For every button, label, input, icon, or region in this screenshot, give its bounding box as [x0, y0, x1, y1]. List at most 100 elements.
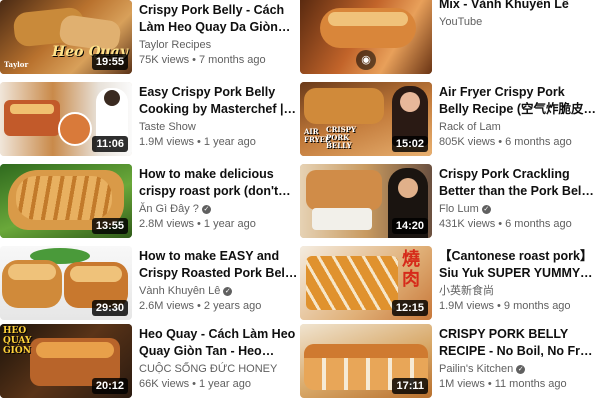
- channel-name[interactable]: Ăn Gì Đây ? ✓: [139, 202, 298, 217]
- thumbnail-caption-2: CRISPY PORK BELLY: [326, 125, 356, 150]
- verified-badge-icon: ✓: [201, 204, 211, 214]
- video-title[interactable]: Crispy Pork Crackling Better than the Po…: [439, 166, 597, 200]
- video-item[interactable]: 13:55 How to make delicious crispy roast…: [0, 164, 300, 240]
- upload-age: 2 years ago: [203, 300, 262, 312]
- video-thumbnail[interactable]: 13:55: [0, 164, 132, 238]
- upload-age: 7 months ago: [199, 54, 266, 66]
- video-info: Crispy Pork Belly - Cách Làm Heo Quay Da…: [139, 0, 298, 68]
- channel-name[interactable]: Taylor Recipes: [139, 38, 298, 53]
- video-meta: 75K views • 7 months ago: [139, 53, 298, 68]
- verified-badge-icon: ✓: [481, 204, 491, 214]
- view-count: 66K views: [139, 378, 190, 390]
- video-info: Crispy Pork Crackling Better than the Po…: [439, 164, 597, 232]
- meta-separator: •: [487, 378, 492, 390]
- channel-name-text[interactable]: Taste Show: [139, 121, 196, 133]
- view-count: 75K views: [139, 54, 190, 66]
- meta-separator: •: [192, 378, 196, 390]
- video-title[interactable]: Air Fryer Crispy Pork Belly Recipe (空气炸脆…: [439, 84, 597, 118]
- video-thumbnail[interactable]: 11:06: [0, 82, 132, 156]
- video-item[interactable]: 14:20 Crispy Pork Crackling Better than …: [300, 164, 599, 240]
- meta-separator: •: [498, 218, 503, 230]
- video-info: Mix - Vành Khuyên Lê YouTube: [439, 0, 597, 30]
- upload-age: 11 months ago: [494, 378, 567, 390]
- thumbnail-caption: HEO QUAY GIÒN: [3, 326, 32, 356]
- channel-name-text[interactable]: Rack of Lam: [439, 121, 501, 133]
- meta-separator: •: [197, 136, 201, 148]
- upload-age: 6 months ago: [505, 136, 572, 148]
- thumbnail-caption: AIR FRYER: [304, 127, 331, 144]
- verified-badge-icon: ✓: [223, 286, 233, 296]
- view-count: 2.8M views: [139, 218, 195, 230]
- channel-name-text[interactable]: Pailin's Kitchen: [439, 363, 513, 375]
- channel-name[interactable]: Pailin's Kitchen ✓: [439, 362, 597, 377]
- video-item[interactable]: 燒肉 12:15 【Cantonese roast pork】Siu Yuk S…: [300, 246, 599, 322]
- video-title[interactable]: How to make delicious crispy roast pork …: [139, 166, 298, 200]
- upload-age: 9 months ago: [503, 300, 571, 312]
- channel-name-text[interactable]: Vành Khuyên Lê: [139, 285, 220, 297]
- view-count: 1.9M views: [439, 300, 495, 312]
- video-item[interactable]: Heo Quay Taylor 19:55 Crispy Pork Belly …: [0, 0, 300, 76]
- video-info: Air Fryer Crispy Pork Belly Recipe (空气炸脆…: [439, 82, 597, 150]
- view-count: 431K views: [439, 218, 496, 230]
- video-info: How to make delicious crispy roast pork …: [139, 164, 298, 232]
- upload-age: 6 months ago: [505, 218, 572, 230]
- channel-name-text[interactable]: Flo Lum: [439, 203, 479, 215]
- video-item[interactable]: 29:30 How to make EASY and Crispy Roaste…: [0, 246, 300, 322]
- channel-name-text[interactable]: Ăn Gì Đây ?: [139, 203, 199, 215]
- channel-name-text[interactable]: 小英新食尚: [439, 285, 494, 297]
- video-meta: 1.9M views • 9 months ago: [439, 299, 597, 314]
- channel-name[interactable]: YouTube: [439, 15, 597, 30]
- mix-item[interactable]: ◉ Mix - Vành Khuyên Lê YouTube: [300, 0, 599, 76]
- channel-name[interactable]: Vành Khuyên Lê ✓: [139, 284, 298, 299]
- video-title[interactable]: Crispy Pork Belly - Cách Làm Heo Quay Da…: [139, 2, 298, 36]
- meta-separator: •: [192, 54, 196, 66]
- channel-name[interactable]: CUỘC SỐNG ĐỨC HONEY: [139, 362, 298, 377]
- channel-name[interactable]: 小英新食尚: [439, 284, 597, 299]
- video-duration: 20:12: [91, 378, 128, 394]
- channel-name-text[interactable]: Taylor Recipes: [139, 39, 211, 51]
- verified-badge-icon: ✓: [516, 364, 526, 374]
- meta-separator: •: [197, 218, 201, 230]
- video-item[interactable]: 17:11 CRISPY PORK BELLY RECIPE - No Boil…: [300, 324, 599, 400]
- video-thumbnail[interactable]: 17:11: [300, 324, 432, 398]
- video-item[interactable]: AIR FRYER CRISPY PORK BELLY 15:02 Air Fr…: [300, 82, 599, 158]
- view-count: 2.6M views: [139, 300, 195, 312]
- video-duration: 17:11: [392, 378, 428, 394]
- video-thumbnail[interactable]: HEO QUAY GIÒN 20:12: [0, 324, 132, 398]
- video-thumbnail[interactable]: Heo Quay Taylor 19:55: [0, 0, 132, 74]
- channel-name-text[interactable]: CUỘC SỐNG ĐỨC HONEY: [139, 363, 277, 375]
- video-thumbnail[interactable]: ◉: [300, 0, 432, 74]
- video-title[interactable]: Easy Crispy Pork Belly Cooking by Master…: [139, 84, 298, 118]
- mix-title[interactable]: Mix - Vành Khuyên Lê: [439, 0, 597, 13]
- channel-name[interactable]: Flo Lum ✓: [439, 202, 597, 217]
- video-info: Easy Crispy Pork Belly Cooking by Master…: [139, 82, 298, 150]
- live-radio-icon: ◉: [361, 54, 371, 66]
- video-duration: 13:55: [91, 218, 128, 234]
- video-thumbnail[interactable]: AIR FRYER CRISPY PORK BELLY 15:02: [300, 82, 432, 156]
- video-info: 【Cantonese roast pork】Siu Yuk SUPER YUMM…: [439, 246, 597, 314]
- video-meta: 66K views • 1 year ago: [139, 377, 298, 392]
- channel-name-text[interactable]: YouTube: [439, 16, 482, 28]
- view-count: 1.9M views: [139, 136, 195, 148]
- meta-separator: •: [197, 300, 201, 312]
- video-thumbnail[interactable]: 29:30: [0, 246, 132, 320]
- video-title[interactable]: 【Cantonese roast pork】Siu Yuk SUPER YUMM…: [439, 248, 597, 282]
- video-info: How to make EASY and Crispy Roasted Pork…: [139, 246, 298, 314]
- video-item[interactable]: HEO QUAY GIÒN 20:12 Heo Quay - Cách Làm …: [0, 324, 300, 400]
- video-thumbnail[interactable]: 燒肉 12:15: [300, 246, 432, 320]
- video-title[interactable]: How to make EASY and Crispy Roasted Pork…: [139, 248, 298, 282]
- video-thumbnail[interactable]: 14:20: [300, 164, 432, 238]
- channel-name[interactable]: Rack of Lam: [439, 120, 597, 135]
- video-info: Heo Quay - Cách Làm Heo Quay Giòn Tan - …: [139, 324, 298, 392]
- video-meta: 2.6M views • 2 years ago: [139, 299, 298, 314]
- video-meta: 2.8M views • 1 year ago: [139, 217, 298, 232]
- meta-separator: •: [498, 136, 503, 148]
- video-duration: 19:55: [91, 54, 128, 70]
- thumbnail-watermark: Taylor: [4, 60, 29, 69]
- upload-age: 1 year ago: [199, 378, 251, 390]
- channel-name[interactable]: Taste Show: [139, 120, 298, 135]
- video-meta: 1M views • 11 months ago: [439, 377, 597, 392]
- video-title[interactable]: CRISPY PORK BELLY RECIPE - No Boil, No F…: [439, 326, 597, 360]
- video-item[interactable]: 11:06 Easy Crispy Pork Belly Cooking by …: [0, 82, 300, 158]
- video-title[interactable]: Heo Quay - Cách Làm Heo Quay Giòn Tan - …: [139, 326, 298, 360]
